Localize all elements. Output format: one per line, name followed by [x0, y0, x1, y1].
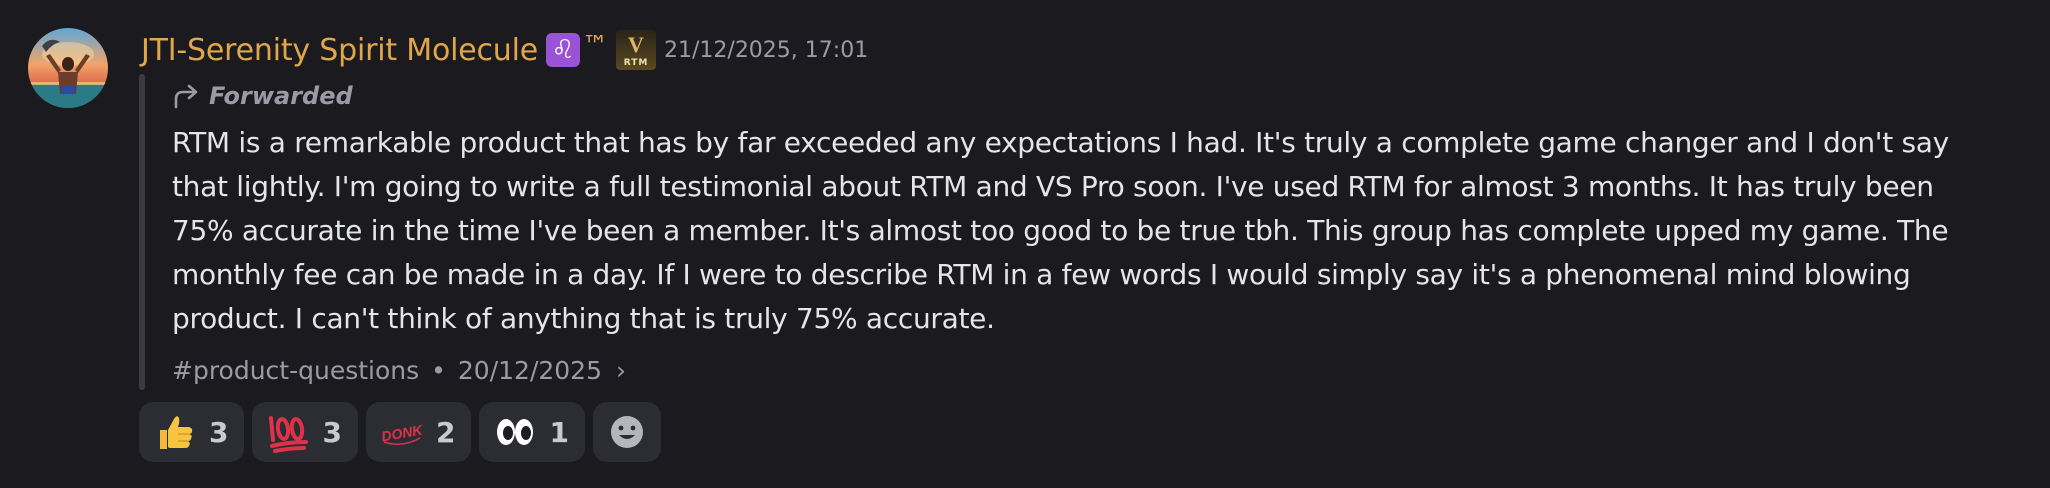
leo-role-icon: ♌	[546, 33, 580, 67]
forwarded-text: Forwarded	[209, 82, 353, 110]
source-date[interactable]: 20/12/2025	[458, 356, 602, 385]
hundred-points-icon	[266, 410, 310, 454]
donk-sticker-icon: DONK	[380, 410, 424, 454]
server-tag-icon[interactable]: V RTM	[616, 30, 656, 70]
reaction-count: 1	[549, 415, 569, 449]
reaction-eyes[interactable]: 1	[479, 402, 585, 462]
reaction-count: 2	[435, 415, 456, 449]
forwarded-label: Forwarded	[173, 78, 353, 114]
reaction-count: 3	[322, 415, 342, 449]
forward-source[interactable]: #product-questions • 20/12/2025 ›	[172, 352, 626, 388]
message-header: JTI-Serenity Spirit Molecule ♌ ™ V RTM 2…	[141, 28, 868, 72]
source-channel-link[interactable]: #product-questions	[172, 356, 419, 385]
chevron-right-icon[interactable]: ›	[616, 356, 626, 385]
reactions-bar: 3 3 DONK 2 1	[139, 402, 661, 462]
author-name[interactable]: JTI-Serenity Spirit Molecule	[141, 33, 538, 68]
server-tag-letter: V	[628, 32, 644, 57]
forward-bar	[139, 74, 145, 390]
donk-sticker-text: DONK	[380, 421, 424, 444]
message-timestamp[interactable]: 21/12/2025, 17:01	[664, 38, 868, 63]
avatar[interactable]	[28, 28, 108, 108]
trademark-symbol: ™	[582, 31, 608, 61]
avatar-image	[28, 28, 108, 108]
reaction-hundred-points[interactable]: 3	[252, 402, 358, 462]
add-reaction-button[interactable]	[592, 402, 661, 462]
eyes-icon	[493, 410, 537, 454]
message: JTI-Serenity Spirit Molecule ♌ ™ V RTM 2…	[0, 0, 2050, 488]
forward-arrow-icon	[174, 84, 198, 109]
thumbs-up-icon	[153, 410, 197, 454]
reaction-thumbs-up[interactable]: 3	[139, 402, 245, 462]
smiley-icon	[610, 416, 643, 448]
server-tag-text: RTM	[623, 58, 649, 68]
source-separator: •	[431, 355, 446, 385]
reaction-count: 3	[209, 415, 229, 449]
message-content: RTM is a remarkable product that has by …	[172, 126, 1949, 335]
reaction-donk[interactable]: DONK 2	[365, 402, 472, 462]
